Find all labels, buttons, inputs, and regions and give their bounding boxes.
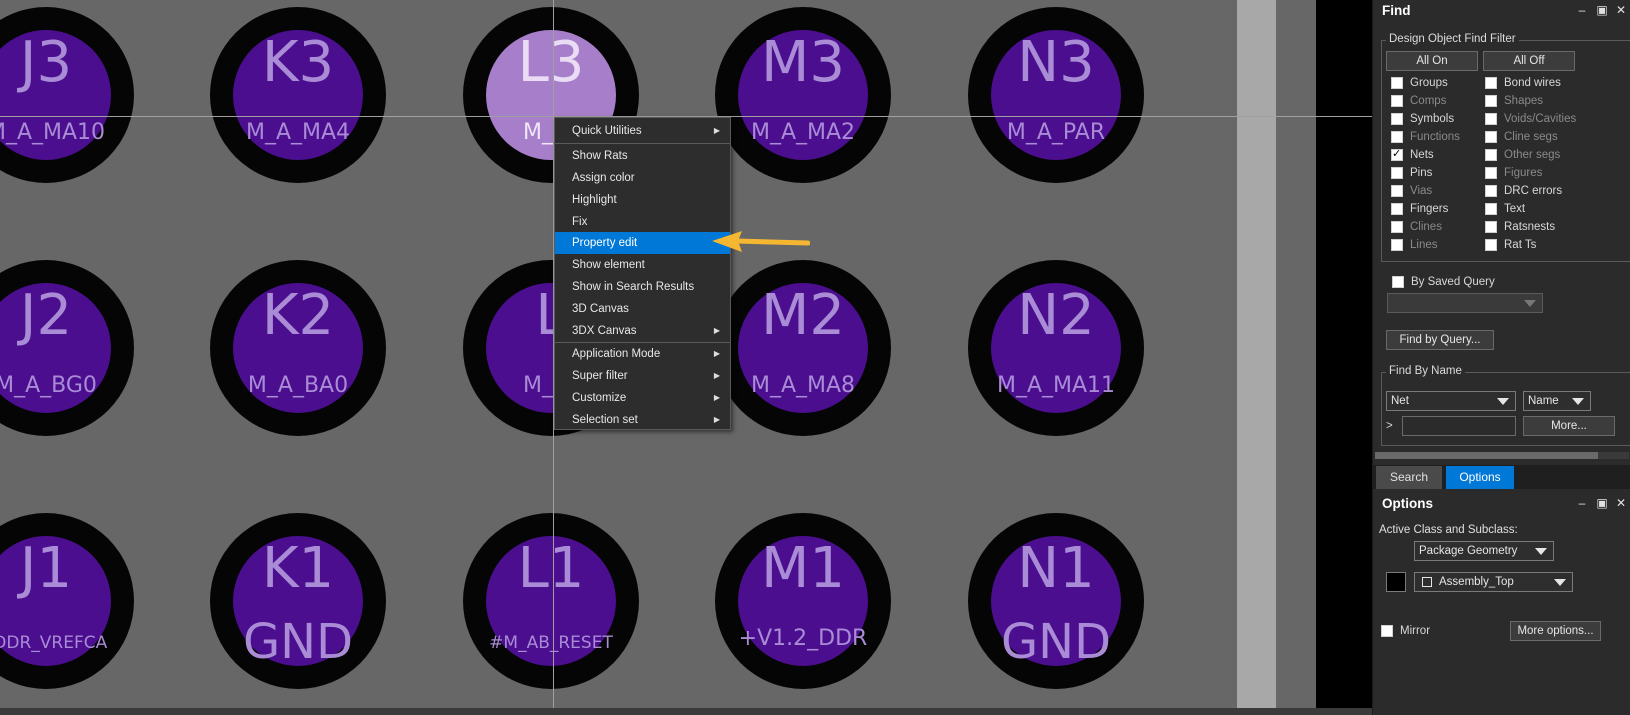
all-on-button[interactable]: All On — [1386, 51, 1478, 71]
bga-pad-N2[interactable]: N2 M_A_MA11 — [968, 260, 1144, 436]
name-type-select[interactable]: Net — [1386, 391, 1516, 411]
menu-item-show-in-search-results[interactable]: Show in Search Results — [555, 276, 730, 298]
bga-pad-N1[interactable]: N1 GND — [968, 513, 1144, 689]
find-filter-group-label: Design Object Find Filter — [1386, 33, 1519, 45]
menu-item-application-mode[interactable]: Application Mode ▶ — [555, 343, 730, 365]
menu-item-selection-set[interactable]: Selection set ▶ — [555, 409, 730, 431]
pin-number: M3 — [761, 30, 845, 95]
bga-pad-K3[interactable]: K3 M_A_MA4 — [210, 7, 386, 183]
bga-pad-K1[interactable]: K1 GND — [210, 513, 386, 689]
menu-item-property-edit[interactable]: Property edit — [555, 232, 730, 254]
net-name: _DDR_VREFCA — [0, 633, 108, 653]
menu-item-3dx-canvas[interactable]: 3DX Canvas ▶ — [555, 320, 730, 342]
pin-number: K2 — [261, 283, 335, 348]
pin-number: L3 — [517, 30, 585, 95]
net-name: M_A_BG0 — [0, 373, 97, 398]
bga-pad-M1[interactable]: M1 +V1.2_DDR — [715, 513, 891, 689]
net-name: #M_AB_RESET — [489, 633, 613, 653]
net-name: GND — [1000, 614, 1112, 670]
pin-number: J2 — [19, 283, 73, 348]
menu-item-customize[interactable]: Customize ▶ — [555, 387, 730, 409]
canvas-boundary-stripe — [1237, 0, 1276, 708]
chevron-down-icon — [1524, 300, 1536, 307]
saved-query-select[interactable] — [1387, 293, 1543, 313]
menu-item-show-rats[interactable]: Show Rats — [555, 145, 730, 167]
all-off-button[interactable]: All Off — [1483, 51, 1575, 71]
more-options-button[interactable]: More options... — [1510, 621, 1601, 641]
find-by-name-label: Find By Name — [1386, 365, 1465, 377]
tab-search[interactable]: Search — [1376, 466, 1442, 489]
tab-options[interactable]: Options — [1446, 466, 1514, 489]
bga-pad-M2[interactable]: M2 M_A_MA8 — [715, 260, 891, 436]
active-class-label: Active Class and Subclass: — [1379, 524, 1518, 536]
chevron-down-icon — [1572, 398, 1584, 405]
menu-item-3d-canvas[interactable]: 3D Canvas — [555, 298, 730, 320]
float-icon[interactable]: ▣ — [1595, 3, 1609, 17]
chevron-down-icon — [1497, 398, 1509, 405]
submenu-arrow-icon: ▶ — [713, 126, 720, 135]
net-name: M_A_BA0 — [247, 373, 349, 398]
pin-number: N3 — [1017, 30, 1095, 95]
find-by-query-button[interactable]: Find by Query... — [1386, 330, 1494, 350]
menu-separator — [555, 143, 730, 144]
net-name: GND — [242, 614, 354, 670]
submenu-arrow-icon: ▶ — [713, 415, 720, 424]
scrollbar-thumb[interactable] — [1375, 452, 1598, 459]
class-select[interactable]: Package Geometry — [1414, 541, 1554, 561]
menu-item-show-element[interactable]: Show element — [555, 254, 730, 276]
pin-number: N2 — [1017, 283, 1095, 348]
close-icon[interactable]: ✕ — [1614, 496, 1628, 510]
bga-pad-L1[interactable]: L1 #M_AB_RESET — [463, 513, 639, 689]
pin-number: J3 — [19, 30, 73, 95]
chevron-down-icon — [1554, 579, 1566, 586]
bga-pad-K2[interactable]: K2 M_A_BA0 — [210, 260, 386, 436]
subclass-select[interactable]: Assembly_Top — [1414, 572, 1573, 592]
submenu-arrow-icon: ▶ — [713, 349, 720, 358]
find-panel-title: Find — [1382, 3, 1411, 18]
name-field-select[interactable]: Name — [1523, 391, 1591, 411]
canvas-scrollbar[interactable] — [0, 708, 1372, 715]
net-name: M_A_MA4 — [245, 120, 351, 145]
close-icon[interactable]: ✕ — [1614, 3, 1628, 17]
pin-number: M1 — [761, 536, 845, 601]
menu-item-quick-utilities[interactable]: Quick Utilities ▶ — [555, 120, 730, 142]
minimize-icon[interactable]: – — [1575, 496, 1589, 510]
net-name: M_A_PAR — [1006, 120, 1106, 145]
float-icon[interactable]: ▣ — [1595, 496, 1609, 510]
pin-number: K3 — [261, 30, 335, 95]
submenu-arrow-icon: ▶ — [713, 326, 720, 335]
bga-pad-N3[interactable]: N3 M_A_PAR — [968, 7, 1144, 183]
chevron-down-icon — [1535, 548, 1547, 555]
pin-number: J1 — [19, 536, 73, 601]
bga-pad-M3[interactable]: M3 M_A_MA2 — [715, 7, 891, 183]
menu-item-assign-color[interactable]: Assign color — [555, 167, 730, 189]
net-name: M_A_MA10 — [0, 120, 106, 145]
more-button[interactable]: More... — [1523, 416, 1615, 436]
menu-item-super-filter[interactable]: Super filter ▶ — [555, 365, 730, 387]
find-panel-scrollbar[interactable] — [1375, 452, 1629, 459]
minimize-icon[interactable]: – — [1575, 3, 1589, 17]
pin-number: N1 — [1017, 536, 1095, 601]
submenu-arrow-icon: ▶ — [713, 371, 720, 380]
annotation-arrow-icon — [712, 231, 810, 252]
subclass-visibility-icon — [1422, 577, 1432, 587]
net-name: M_A_MA11 — [996, 373, 1116, 398]
pin-number: M2 — [761, 283, 845, 348]
options-panel-title: Options — [1382, 496, 1433, 511]
find-name-input[interactable] — [1402, 416, 1516, 436]
pin-number: K1 — [261, 536, 335, 601]
subclass-color-swatch[interactable] — [1386, 572, 1406, 592]
context-menu: Quick Utilities ▶ Show Rats Assign color … — [554, 117, 731, 430]
canvas-workspace-edge — [1276, 0, 1316, 708]
net-name: +V1.2_DDR — [738, 626, 868, 651]
menu-item-highlight[interactable]: Highlight — [555, 189, 730, 211]
submenu-arrow-icon: ▶ — [713, 393, 720, 402]
menu-item-fix[interactable]: Fix — [555, 211, 730, 233]
pin-number: L1 — [517, 536, 585, 601]
find-prompt: > — [1386, 420, 1393, 432]
side-panel: Find – ▣ ✕ Design Object Find Filter All… — [1372, 0, 1630, 715]
